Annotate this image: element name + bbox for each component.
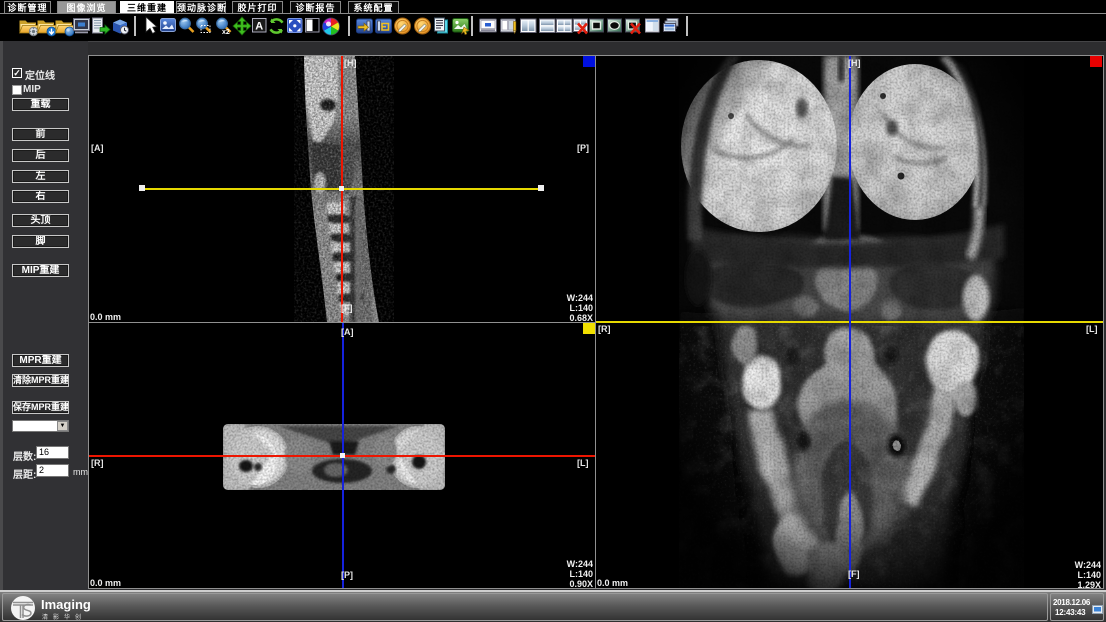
svg-text:A: A xyxy=(255,21,263,33)
svg-text:x2: x2 xyxy=(222,29,230,36)
